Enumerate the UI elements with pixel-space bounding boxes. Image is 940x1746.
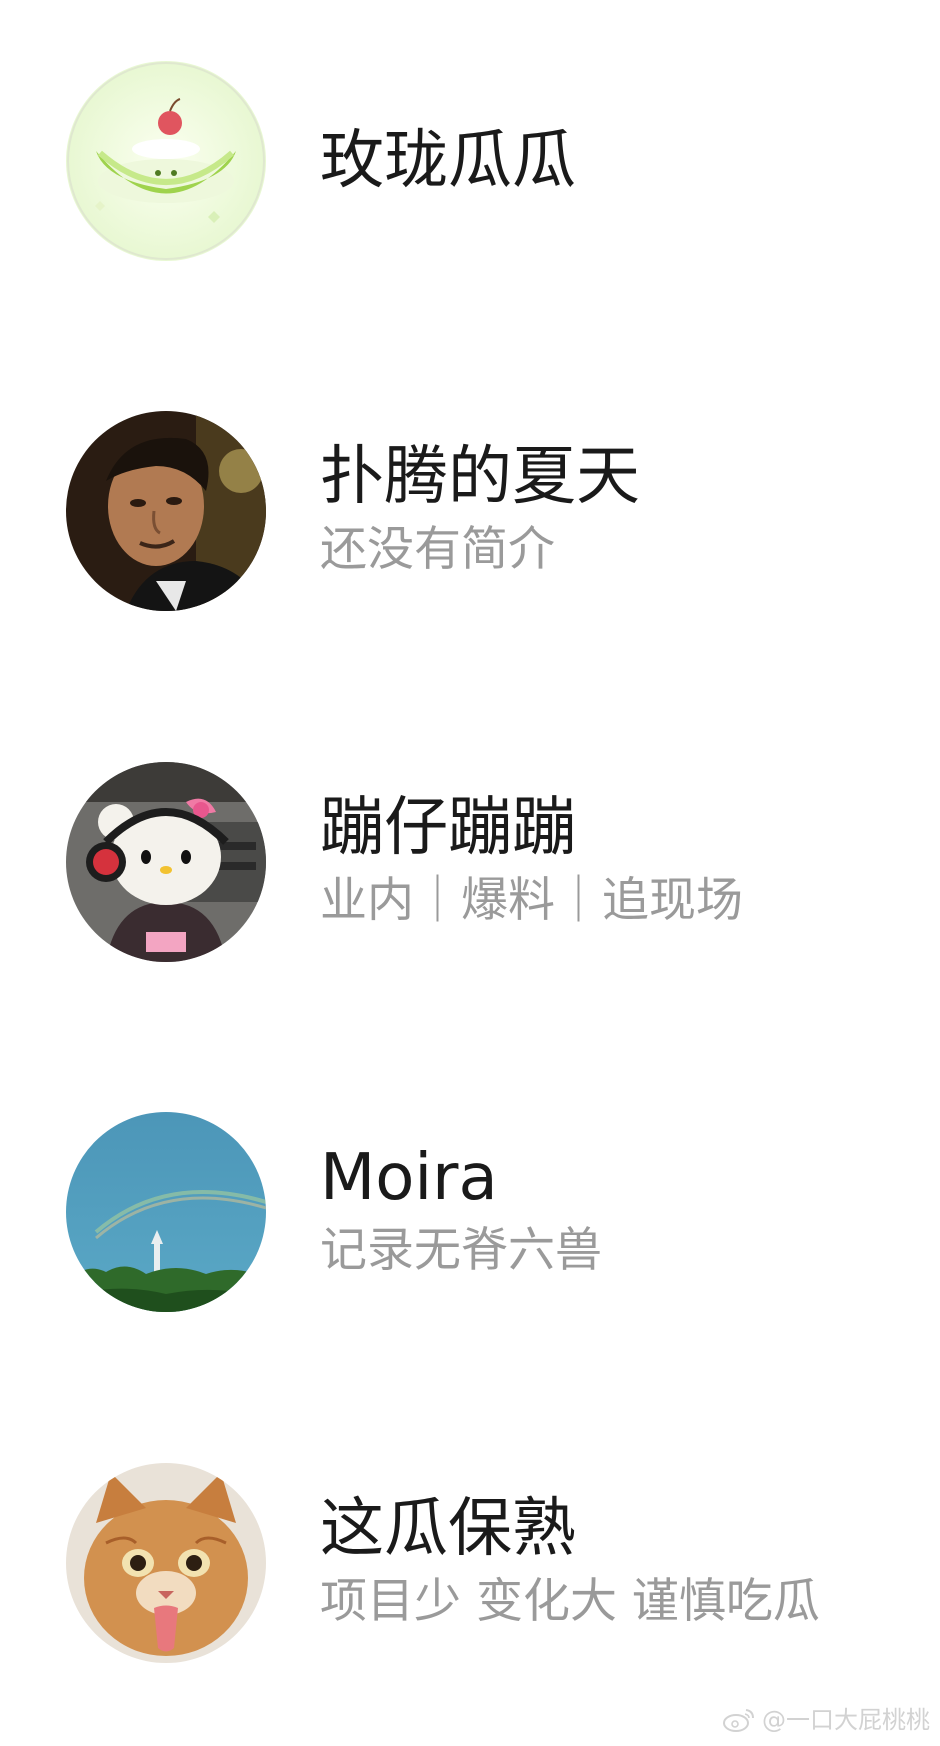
user-row[interactable]: 蹦仔蹦蹦 业内｜爆料｜追现场	[0, 742, 940, 982]
user-bio: 记录无脊六兽	[320, 1223, 602, 1278]
user-list: 玫珑瓜瓜 扑腾的夏天 还没有简介 蹦仔蹦蹦 业内｜爆料｜追现场 Moira 记录…	[0, 0, 940, 1746]
melon-cake-icon[interactable]	[66, 61, 266, 261]
man-portrait-icon[interactable]	[66, 411, 266, 611]
weibo-logo-icon	[722, 1706, 756, 1734]
user-row[interactable]: 扑腾的夏天 还没有简介	[0, 391, 940, 631]
user-bio: 还没有简介	[320, 522, 555, 577]
user-row[interactable]: 这瓜保熟 项目少 变化大 谨慎吃瓜	[0, 1443, 940, 1683]
user-bio: 业内｜爆料｜追现场	[320, 873, 743, 928]
user-row[interactable]: 玫珑瓜瓜	[0, 41, 940, 281]
hello-kitty-headphones-icon[interactable]	[66, 762, 266, 962]
user-name[interactable]: 玫珑瓜瓜	[320, 123, 576, 199]
user-name[interactable]: Moira	[320, 1140, 498, 1216]
user-bio: 项目少 变化大 谨慎吃瓜	[320, 1574, 820, 1629]
user-row[interactable]: Moira 记录无脊六兽	[0, 1092, 940, 1332]
user-name[interactable]: 蹦仔蹦蹦	[320, 790, 576, 866]
user-name[interactable]: 扑腾的夏天	[320, 439, 640, 515]
orange-kitten-icon[interactable]	[66, 1463, 266, 1663]
user-name[interactable]: 这瓜保熟	[320, 1491, 576, 1567]
watermark-text: @一口大屁桃桃	[762, 1706, 930, 1734]
watermark: @一口大屁桃桃	[722, 1702, 930, 1738]
sky-rainbow-icon[interactable]	[66, 1112, 266, 1312]
